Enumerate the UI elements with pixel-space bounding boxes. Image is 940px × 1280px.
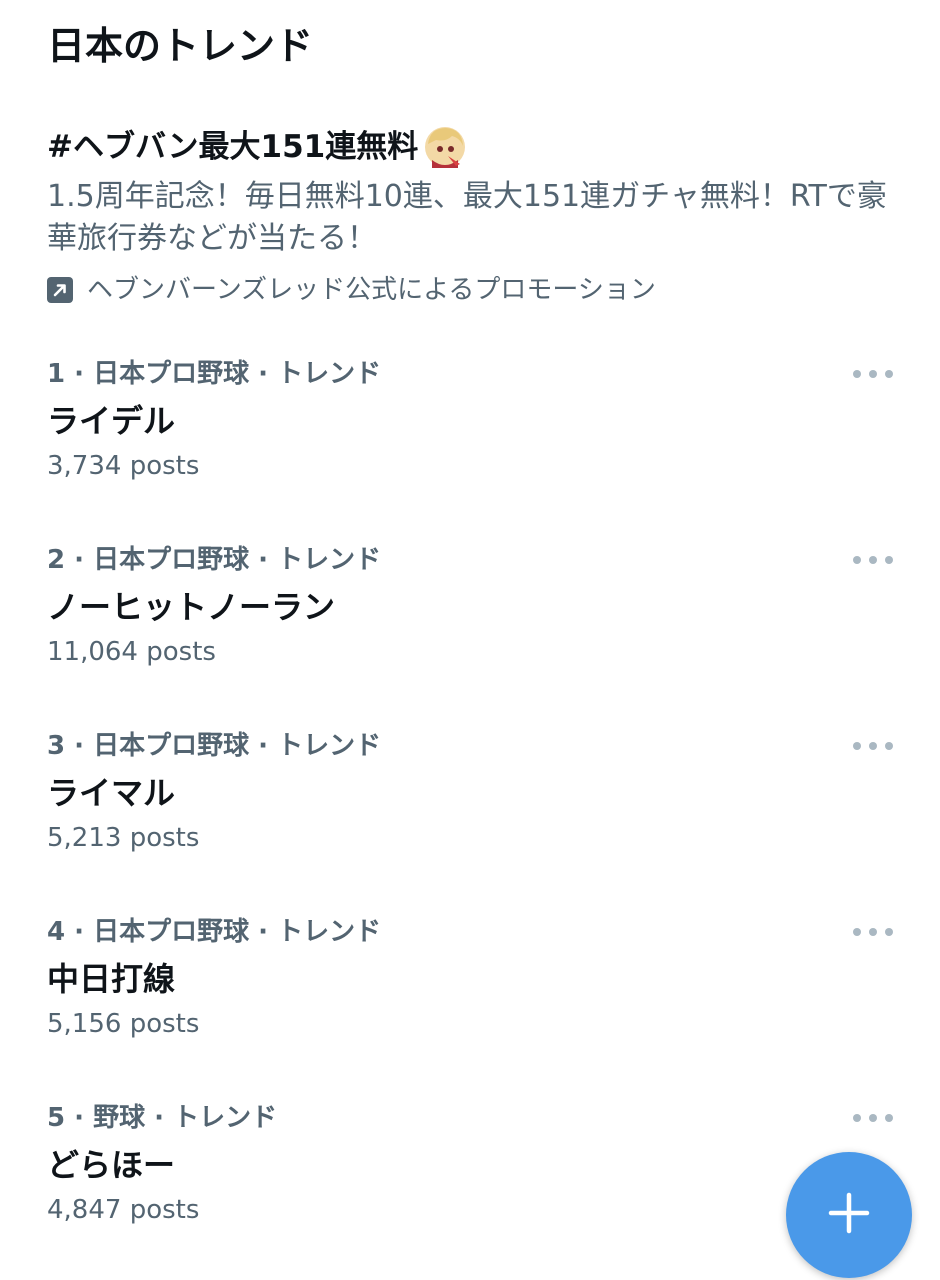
trend-name[interactable]: ライデル bbox=[47, 398, 893, 444]
trend-post-count: 4,847 posts bbox=[47, 1195, 200, 1225]
promo-description: 1.5周年記念！毎日無料10連、最大151連ガチャ無料！RTで豪華旅行券などが当… bbox=[47, 179, 887, 256]
more-options-icon[interactable] bbox=[853, 920, 893, 944]
promo-title-row: #ヘブバン最大151連無料 bbox=[47, 122, 897, 172]
trend-rank: 1 bbox=[47, 359, 66, 389]
more-options-icon[interactable] bbox=[853, 734, 893, 758]
trend-meta: 4 · 日本プロ野球 · トレンド bbox=[47, 914, 893, 950]
trend-meta: 1 · 日本プロ野球 · トレンド bbox=[47, 356, 893, 392]
trend-rank: 2 bbox=[47, 545, 66, 575]
trend-post-count: 5,213 posts bbox=[47, 823, 200, 853]
compose-post-button[interactable] bbox=[786, 1152, 912, 1278]
trend-name[interactable]: どらほー bbox=[47, 1142, 893, 1188]
more-options-icon[interactable] bbox=[853, 1106, 893, 1130]
trend-rank: 4 bbox=[47, 917, 66, 947]
trend-meta: 3 · 日本プロ野球 · トレンド bbox=[47, 728, 893, 764]
trend-name[interactable]: 中日打線 bbox=[47, 956, 893, 1002]
promoted-arrow-icon bbox=[47, 277, 73, 303]
trend-context: · 日本プロ野球 · トレンド bbox=[74, 545, 382, 575]
more-options-icon[interactable] bbox=[853, 548, 893, 572]
trend-post-count: 3,734 posts bbox=[47, 451, 200, 481]
promo-title[interactable]: #ヘブバン最大151連無料 bbox=[47, 122, 418, 172]
trend-meta: 2 · 日本プロ野球 · トレンド bbox=[47, 542, 893, 578]
trend-item-5[interactable]: 5 · 野球 · トレンド どらほー 4,847 posts bbox=[47, 1100, 893, 1250]
trend-context: · 日本プロ野球 · トレンド bbox=[74, 359, 382, 389]
section-title: 日本のトレンド bbox=[47, 24, 314, 68]
trend-post-count: 5,156 posts bbox=[47, 1009, 200, 1039]
trend-meta: 5 · 野球 · トレンド bbox=[47, 1100, 893, 1136]
trend-context: · 日本プロ野球 · トレンド bbox=[74, 731, 382, 761]
trend-name[interactable]: ノーヒットノーラン bbox=[47, 584, 893, 630]
trend-name[interactable]: ライマル bbox=[47, 770, 893, 816]
trend-context: · 日本プロ野球 · トレンド bbox=[74, 917, 382, 947]
trend-item-2[interactable]: 2 · 日本プロ野球 · トレンド ノーヒットノーラン 11,064 posts bbox=[47, 542, 893, 692]
trend-rank: 5 bbox=[47, 1103, 66, 1133]
anime-character-avatar-icon bbox=[422, 124, 468, 170]
trend-rank: 3 bbox=[47, 731, 66, 761]
trend-item-3[interactable]: 3 · 日本プロ野球 · トレンド ライマル 5,213 posts bbox=[47, 728, 893, 878]
trend-context: · 野球 · トレンド bbox=[74, 1103, 278, 1133]
promoted-trend[interactable]: #ヘブバン最大151連無料 1.5周年記念！毎日無料10連、最大151連ガチャ無… bbox=[47, 122, 897, 308]
more-options-icon[interactable] bbox=[853, 362, 893, 386]
promoted-by-label: ヘブンバーンズレッド公式によるプロモーション bbox=[87, 275, 656, 305]
trend-post-count: 11,064 posts bbox=[47, 637, 216, 667]
trend-item-1[interactable]: 1 · 日本プロ野球 · トレンド ライデル 3,734 posts bbox=[47, 356, 893, 506]
plus-icon bbox=[827, 1191, 871, 1239]
promoted-by-row: ヘブンバーンズレッド公式によるプロモーション bbox=[47, 272, 897, 308]
trend-item-4[interactable]: 4 · 日本プロ野球 · トレンド 中日打線 5,156 posts bbox=[47, 914, 893, 1064]
